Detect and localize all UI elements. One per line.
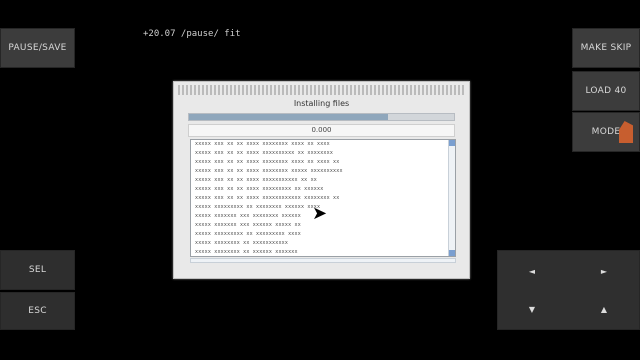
scroll-up-icon[interactable] [449, 140, 455, 146]
progress-dialog: Installing files 0.000 xxxxx xxx xx xx x… [173, 81, 470, 279]
mode-button[interactable]: MODE [572, 112, 640, 152]
log-line: xxxxx xxx xx xx xxxx xxxxxxxxx xx xxxxxx [195, 186, 324, 192]
mouse-cursor-icon: ➤ [312, 203, 328, 224]
dpad[interactable]: ◄ ► ▼ ▲ [497, 250, 640, 330]
vertical-scrollbar[interactable] [448, 140, 455, 256]
status-text: +20.07 /pause/ fit [143, 29, 241, 39]
make-skip-button[interactable]: MAKE SKIP [572, 28, 640, 68]
pause-save-button[interactable]: PAUSE/SAVE [0, 28, 75, 68]
log-line: xxxxx xxx xx xx xxxx xxxxxxxx xxxx xx xx… [195, 159, 340, 165]
progress-value: 0.000 [188, 124, 455, 137]
load-button-label: LOAD 40 [585, 86, 627, 96]
dpad-up-arrow-icon[interactable]: ▲ [598, 305, 610, 314]
flame-icon [619, 121, 633, 143]
dialog-title: Installing files [293, 99, 350, 108]
dpad-right-arrow-icon[interactable]: ► [598, 267, 610, 276]
dialog-titlebar[interactable] [178, 85, 465, 95]
log-line: xxxxx xxxxxxxx xx xxxxxx xxxxxxx [195, 249, 298, 255]
log-line: xxxxx xxx xx xx xxxx xxxxxxxx xxxxx xxxx… [195, 168, 343, 174]
log-line: xxxxx xxxxxxxxx xx xxxxxxxxx xxxx [195, 231, 301, 237]
dpad-down-arrow-icon[interactable]: ▼ [526, 305, 538, 314]
log-output[interactable]: xxxxx xxx xx xx xxxx xxxxxxxx xxxx xx xx… [190, 139, 456, 257]
log-line: xxxxx xxxxxxxx xx xxxxxxxxxxx [195, 240, 289, 246]
select-button[interactable]: SEL [0, 250, 75, 290]
progress-bar [188, 113, 455, 121]
log-line: xxxxx xxx xx xx xxxx xxxxxxxx xxxx xx xx… [195, 141, 330, 147]
log-lines: xxxxx xxx xx xx xxxx xxxxxxxx xxxx xx xx… [191, 140, 455, 256]
horizontal-scrollbar[interactable] [190, 258, 456, 263]
dpad-left-arrow-icon[interactable]: ◄ [526, 267, 538, 276]
log-line: xxxxx xxx xx xx xxxx xxxxxxxxxxxx xxxxxx… [195, 195, 340, 201]
progress-bar-fill [189, 114, 388, 120]
escape-button[interactable]: ESC [0, 292, 75, 330]
scroll-down-icon[interactable] [449, 250, 455, 256]
log-line: xxxxx xxx xx xx xxxx xxxxxxxxxxx xx xx [195, 177, 317, 183]
load-button[interactable]: LOAD 40 [572, 71, 640, 111]
log-line: xxxxx xxx xx xx xxxx xxxxxxxxxx xx xxxxx… [195, 150, 334, 156]
mode-button-label: MODE [591, 127, 621, 137]
